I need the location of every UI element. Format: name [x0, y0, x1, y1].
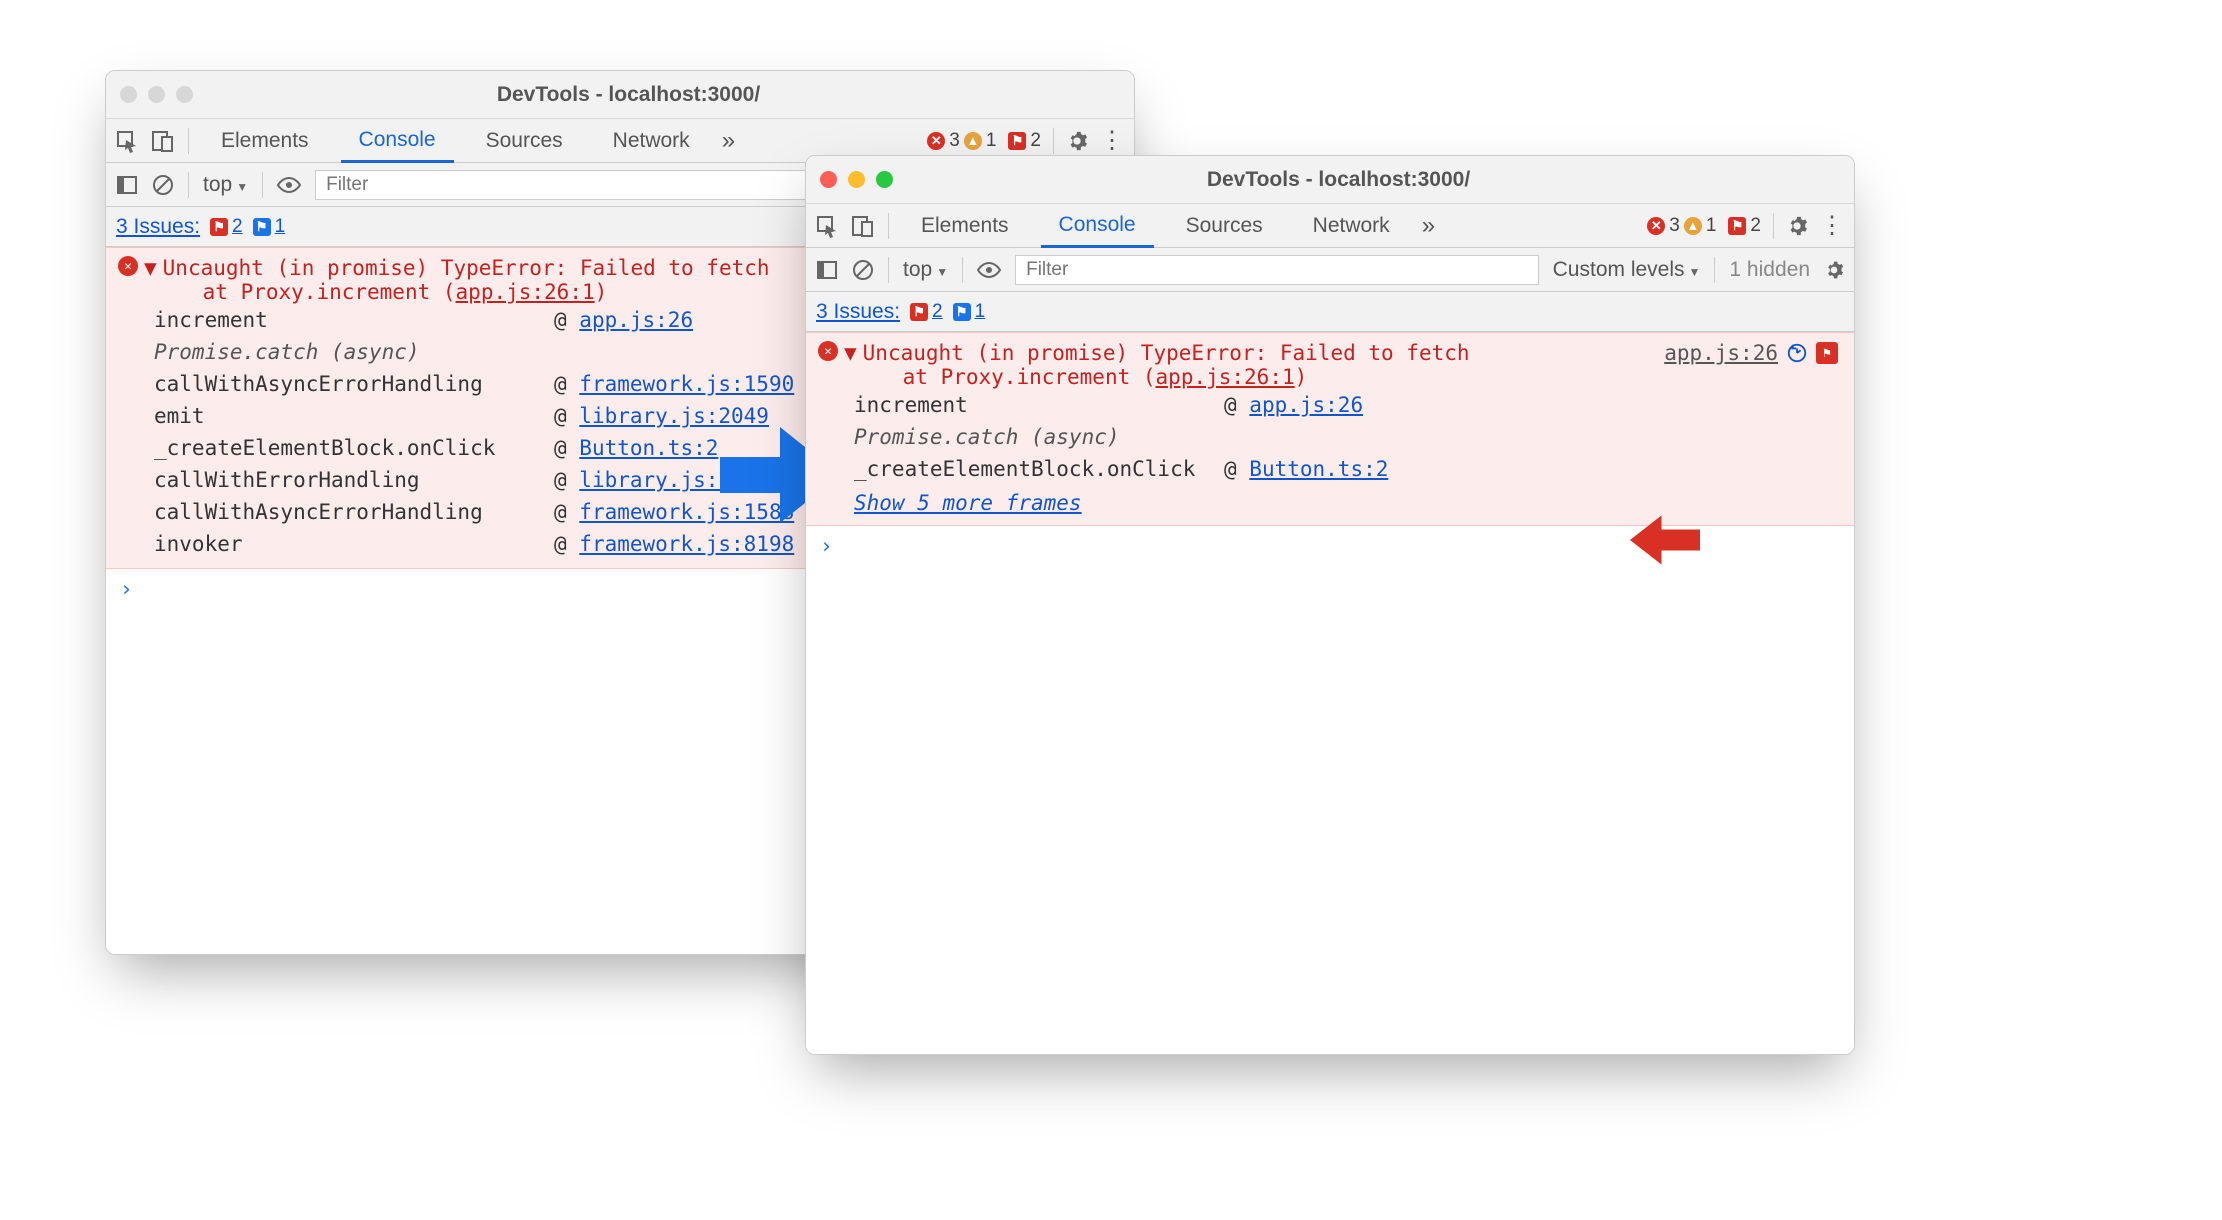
error-close-paren: ) [595, 280, 608, 304]
filter-input[interactable] [1015, 255, 1539, 285]
frame-fn: callWithErrorHandling [154, 468, 554, 492]
kebab-icon[interactable]: ⋮ [1820, 221, 1844, 231]
frame-link[interactable]: framework.js:8198 [579, 532, 794, 556]
tab-elements[interactable]: Elements [903, 204, 1027, 247]
error-loc-link[interactable]: app.js:26:1 [456, 280, 595, 304]
log-levels-selector[interactable]: Custom levels [1553, 258, 1701, 282]
restart-icon[interactable] [1786, 342, 1808, 364]
more-tabs-icon[interactable]: » [722, 127, 735, 155]
issues-blue[interactable]: 1 [975, 301, 986, 323]
console-subtoolbar: top Custom levels 1 hidden [806, 248, 1854, 292]
kebab-icon[interactable]: ⋮ [1100, 136, 1124, 146]
console-output: ✕ ▼ Uncaught (in promise) TypeError: Fai… [806, 332, 1854, 1054]
tab-elements[interactable]: Elements [203, 119, 327, 162]
tab-network[interactable]: Network [1295, 204, 1408, 247]
close-icon[interactable] [820, 171, 837, 188]
divider [262, 172, 263, 198]
context-selector[interactable]: top [903, 258, 948, 282]
divider [1053, 128, 1054, 154]
frame-link[interactable]: app.js:26 [579, 308, 693, 332]
issues-label: 3 Issues: [816, 300, 900, 324]
titlebar[interactable]: DevTools - localhost:3000/ [106, 71, 1134, 119]
frame-link[interactable]: Button.ts:2 [579, 436, 718, 460]
close-icon[interactable] [120, 86, 137, 103]
issues-bar[interactable]: 3 Issues: ⚑2 ⚑1 [806, 292, 1854, 332]
gear-icon[interactable] [1786, 215, 1808, 237]
divider [188, 172, 189, 198]
device-icon[interactable] [152, 130, 174, 152]
gear-icon[interactable] [1824, 260, 1844, 280]
more-tabs-icon[interactable]: » [1422, 212, 1435, 240]
devtools-window-after: DevTools - localhost:3000/ Elements Cons… [805, 155, 1855, 1055]
frame-fn: increment [854, 393, 1224, 417]
stack-frame: increment@ app.js:26 [854, 389, 1842, 421]
error-count[interactable]: ✕3 ▲1 [927, 130, 996, 152]
tab-sources[interactable]: Sources [1168, 204, 1281, 247]
frame-fn: _createElementBlock.onClick [854, 457, 1224, 481]
error-close-paren: ) [1295, 365, 1308, 389]
stack-trace: increment@ app.js:26 Promise.catch (asyn… [806, 389, 1854, 517]
issues-red[interactable]: 2 [232, 216, 243, 238]
error-at: at Proxy.increment ( [903, 365, 1156, 389]
expand-icon[interactable]: ▼ [844, 341, 857, 365]
sidebar-toggle-icon[interactable] [816, 259, 838, 281]
inspect-icon[interactable] [116, 130, 138, 152]
inspect-icon[interactable] [816, 215, 838, 237]
clear-icon[interactable] [852, 259, 874, 281]
issues-blue[interactable]: 1 [275, 216, 286, 238]
frame-fn: increment [154, 308, 554, 332]
issue-badge-icon[interactable]: ⚑ [1816, 342, 1838, 364]
divider [888, 257, 889, 283]
context-selector[interactable]: top [203, 173, 248, 197]
tab-network[interactable]: Network [595, 119, 708, 162]
error-message: Uncaught (in promise) TypeError: Failed … [863, 341, 1659, 365]
frame-link[interactable]: app.js:26 [1249, 393, 1363, 417]
frame-fn: emit [154, 404, 554, 428]
error-count[interactable]: ✕3 ▲1 [1647, 215, 1716, 237]
error-icon: ✕ [818, 341, 838, 361]
expand-icon[interactable]: ▼ [144, 256, 157, 280]
sidebar-toggle-icon[interactable] [116, 174, 138, 196]
eye-icon[interactable] [277, 176, 301, 194]
window-title: DevTools - localhost:3000/ [137, 83, 1120, 107]
divider [888, 213, 889, 239]
divider [1714, 257, 1715, 283]
error-icon: ✕ [118, 256, 138, 276]
error-loc-link[interactable]: app.js:26:1 [1156, 365, 1295, 389]
error-at: at Proxy.increment ( [203, 280, 456, 304]
frame-fn: invoker [154, 532, 554, 556]
frame-fn: _createElementBlock.onClick [154, 436, 554, 460]
tab-sources[interactable]: Sources [468, 119, 581, 162]
device-icon[interactable] [852, 215, 874, 237]
gear-icon[interactable] [1066, 130, 1088, 152]
frame-fn: callWithAsyncErrorHandling [154, 500, 554, 524]
source-link[interactable]: app.js:26 [1664, 341, 1778, 365]
window-title: DevTools - localhost:3000/ [837, 168, 1840, 192]
issues-label: 3 Issues: [116, 215, 200, 239]
tab-console[interactable]: Console [341, 120, 454, 163]
message-count[interactable]: ⚑2 [1728, 215, 1761, 237]
frame-link[interactable]: Button.ts:2 [1249, 457, 1388, 481]
hidden-count[interactable]: 1 hidden [1729, 258, 1810, 282]
error-group: ✕ ▼ Uncaught (in promise) TypeError: Fai… [806, 332, 1854, 526]
frame-link[interactable]: framework.js:1590 [579, 372, 794, 396]
eye-icon[interactable] [977, 261, 1001, 279]
stack-async: Promise.catch (async) [854, 421, 1842, 453]
stack-frame: _createElementBlock.onClick@ Button.ts:2 [854, 453, 1842, 485]
arrow-red-icon [1630, 510, 1700, 570]
clear-icon[interactable] [152, 174, 174, 196]
show-more-frames-link[interactable]: Show 5 more frames [854, 485, 1082, 517]
tab-console[interactable]: Console [1041, 205, 1154, 248]
message-count[interactable]: ⚑2 [1008, 130, 1041, 152]
divider [188, 128, 189, 154]
divider [1773, 213, 1774, 239]
frame-fn: callWithAsyncErrorHandling [154, 372, 554, 396]
issues-red[interactable]: 2 [932, 301, 943, 323]
divider [962, 257, 963, 283]
titlebar[interactable]: DevTools - localhost:3000/ [806, 156, 1854, 204]
main-toolbar: Elements Console Sources Network » ✕3 ▲1… [806, 204, 1854, 248]
